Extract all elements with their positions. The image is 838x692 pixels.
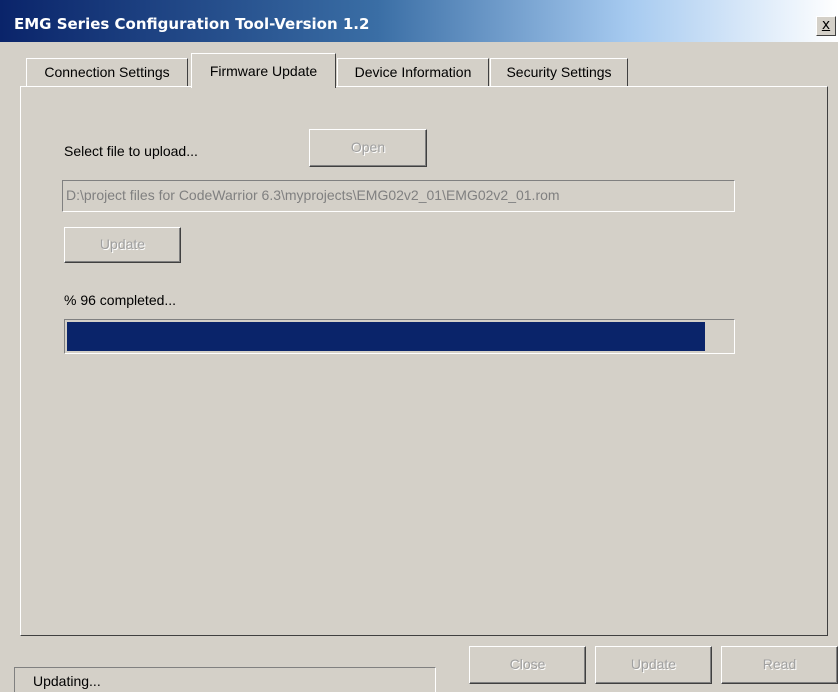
tab-label: Security Settings [506, 64, 612, 80]
read-button[interactable]: Read [721, 646, 838, 684]
open-button[interactable]: Open [309, 129, 427, 167]
update-footer-button[interactable]: Update [595, 646, 712, 684]
update-button[interactable]: Update [64, 227, 181, 263]
firmware-update-panel [20, 86, 828, 636]
window-title: EMG Series Configuration Tool-Version 1.… [14, 15, 370, 33]
tab-firmware-update[interactable]: Firmware Update [191, 53, 336, 88]
progress-label: % 96 completed... [64, 292, 177, 308]
tab-device-information[interactable]: Device Information [337, 58, 489, 86]
tab-security-settings[interactable]: Security Settings [490, 58, 628, 86]
close-button[interactable]: Close [469, 646, 586, 684]
tab-label: Firmware Update [209, 63, 318, 79]
close-icon[interactable]: x [816, 16, 836, 36]
status-text: Updating... [33, 673, 101, 689]
progress-bar-fill [67, 322, 706, 351]
title-bar[interactable]: EMG Series Configuration Tool-Version 1.… [0, 0, 838, 42]
app-window: EMG Series Configuration Tool-Version 1.… [0, 0, 838, 692]
progress-bar [64, 319, 735, 354]
select-file-label: Select file to upload... [64, 143, 198, 159]
file-path-field[interactable]: D:\project files for CodeWarrior 6.3\myp… [62, 180, 735, 212]
tab-label: Device Information [354, 64, 472, 80]
tab-connection-settings[interactable]: Connection Settings [26, 58, 188, 86]
tab-label: Connection Settings [44, 64, 170, 80]
status-bar: Updating... [14, 667, 436, 692]
